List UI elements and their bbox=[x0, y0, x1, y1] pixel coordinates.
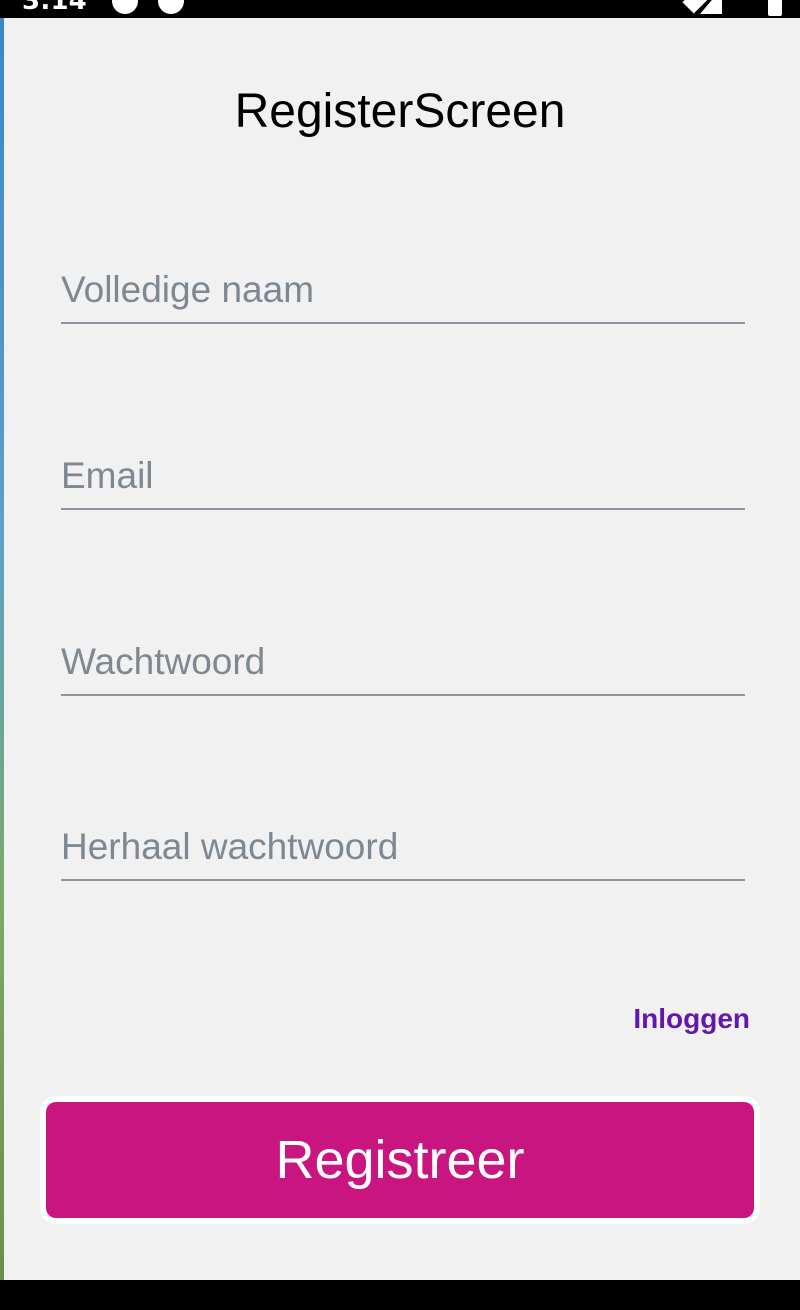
signal-icon bbox=[700, 0, 722, 14]
notification-icon bbox=[158, 0, 184, 14]
full-name-input[interactable] bbox=[61, 258, 745, 322]
email-field[interactable] bbox=[61, 444, 745, 510]
page-title: RegisterScreen bbox=[234, 85, 566, 138]
navigation-bar bbox=[0, 1280, 800, 1310]
register-button[interactable]: Registreer bbox=[40, 1096, 760, 1224]
password-field[interactable] bbox=[61, 630, 745, 696]
notification-icon bbox=[112, 0, 138, 14]
repeat-password-input[interactable] bbox=[61, 815, 745, 879]
email-input[interactable] bbox=[61, 444, 745, 508]
wallpaper-edge bbox=[0, 18, 4, 1280]
repeat-password-field[interactable] bbox=[61, 815, 745, 881]
status-bar: 3:14 bbox=[0, 0, 800, 18]
full-name-field[interactable] bbox=[61, 258, 745, 324]
password-input[interactable] bbox=[61, 630, 745, 694]
battery-icon bbox=[768, 0, 782, 16]
login-link[interactable]: Inloggen bbox=[633, 1003, 750, 1035]
status-time: 3:14 bbox=[22, 0, 87, 16]
